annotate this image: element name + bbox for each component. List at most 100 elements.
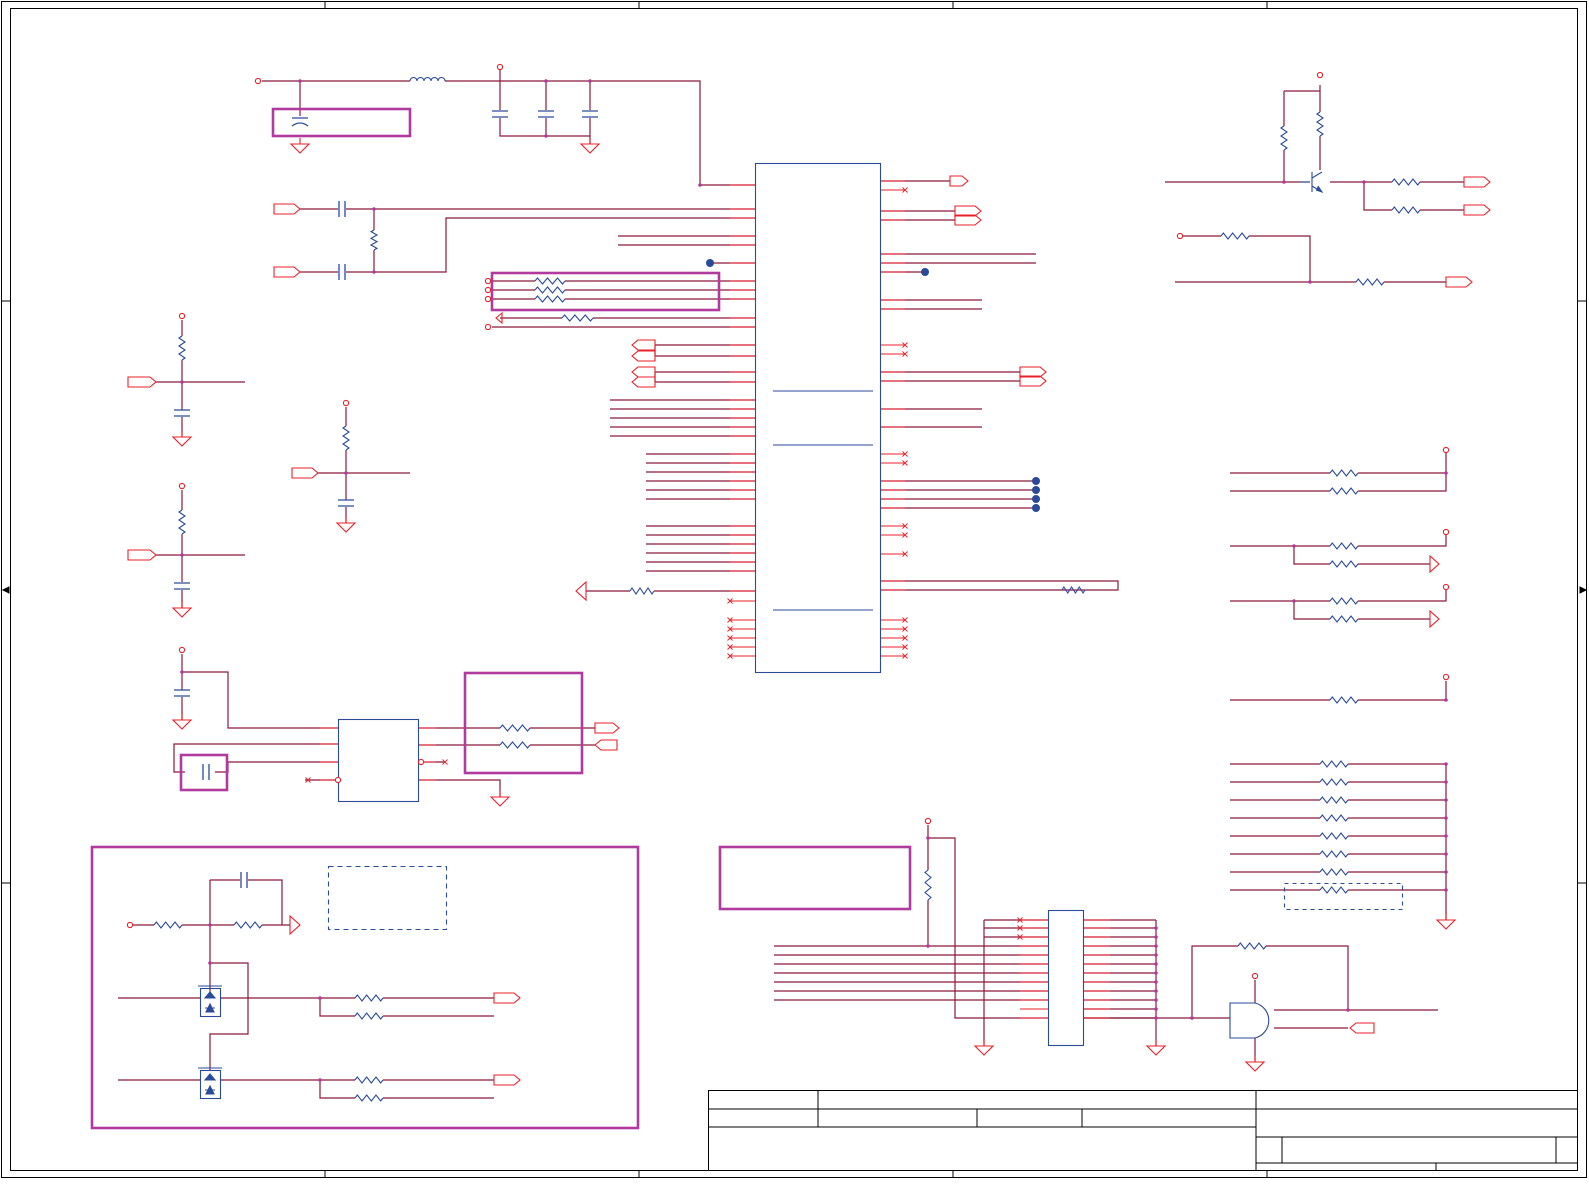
highlight-cap-box: [271, 107, 412, 138]
resistor-symbol: [1329, 696, 1359, 704]
pin-stubs: [320, 180, 1110, 1019]
ground-symbol: [171, 714, 193, 730]
power-pin: [178, 482, 186, 490]
wire-junction: [1154, 944, 1158, 948]
power-pin: [1442, 583, 1450, 591]
port-symbol: [127, 376, 157, 388]
resistor-symbol: [369, 229, 379, 251]
port-symbol: [949, 175, 969, 187]
resistor-symbol: [1237, 942, 1267, 950]
highlight-bottom-left: [90, 845, 640, 1130]
power-pin: [484, 323, 492, 331]
regulator-ic: [337, 718, 420, 803]
resistor-symbol: [534, 286, 566, 294]
resistor-symbol: [178, 509, 186, 535]
wire-junction: [1154, 980, 1158, 984]
power-pin: [1176, 232, 1184, 240]
ground-symbol: [171, 431, 193, 447]
resistor-symbols: [153, 111, 1421, 1102]
power-pin: [1442, 528, 1450, 536]
ground-symbol: [973, 1040, 995, 1056]
resistor-symbol: [924, 869, 932, 901]
resistor-symbol: [233, 921, 263, 929]
power-pin: [496, 63, 504, 71]
power-pin: [1316, 71, 1324, 79]
junction-dot: [1032, 495, 1040, 503]
schematic-sheet: [0, 0, 1589, 1180]
port-symbol: [127, 549, 157, 561]
power-pin: [126, 921, 134, 929]
junction-dot: [921, 268, 929, 276]
power-pin: [1442, 673, 1450, 681]
main-ic: [754, 162, 882, 674]
resistor-symbol: [354, 994, 384, 1002]
capacitor-symbols: [174, 110, 598, 888]
port-symbol: [1349, 1022, 1375, 1034]
inductor-symbol: [409, 76, 446, 82]
port-symbol: [493, 992, 521, 1004]
highlight-boxes: [90, 107, 912, 1130]
wire-junction: [1444, 852, 1448, 856]
port-symbol: [1463, 204, 1491, 216]
power-pin: [334, 776, 342, 784]
resistor-symbol: [1319, 814, 1349, 822]
capacitor-symbol: [291, 117, 309, 127]
capacitor-symbol: [338, 499, 354, 507]
junction-dot: [706, 259, 714, 267]
ground-symbol: [1435, 914, 1457, 930]
ground-symbol: [335, 517, 357, 533]
capacitor-symbol: [174, 582, 190, 590]
resistor-symbol: [534, 277, 566, 285]
wire-junction: [298, 79, 302, 83]
inductor-symbols: [409, 76, 446, 82]
port-symbol: [1445, 276, 1473, 288]
resistor-symbol: [1329, 542, 1359, 550]
resistor-symbol: [1329, 487, 1359, 495]
wire-junction: [1444, 888, 1448, 892]
wire-junction: [1292, 599, 1296, 603]
wire-junction: [180, 670, 184, 674]
resistor-symbol: [1319, 850, 1349, 858]
drawing-frame: [1, 1, 1588, 1178]
resistor-symbol: [1061, 585, 1086, 595]
power-pin: [1251, 972, 1259, 980]
ground-symbol: [289, 914, 301, 936]
resistor-symbol: [178, 335, 186, 361]
junction-dots: [706, 259, 1040, 512]
ground-symbol: [289, 138, 311, 154]
wire-junction: [318, 996, 322, 1000]
resistor-symbol: [499, 741, 531, 749]
resistor-symbol: [1329, 560, 1359, 568]
wire-junction: [1444, 834, 1448, 838]
highlight-note-box: [718, 845, 912, 911]
wire-junction: [1190, 1016, 1194, 1020]
wire-junction: [208, 961, 212, 965]
wire-junction: [1444, 471, 1448, 475]
capacitor-symbol: [338, 201, 346, 217]
resistor-symbol: [1319, 778, 1349, 786]
resistor-symbol: [342, 425, 350, 451]
wire-junction: [1444, 780, 1448, 784]
dashed-resistor-box: [1283, 882, 1404, 911]
port-symbol: [631, 376, 656, 388]
highlight-output-box: [463, 671, 584, 775]
power-pin: [484, 295, 492, 303]
wire-junction: [1444, 798, 1448, 802]
ground-symbols: [171, 138, 1457, 1072]
wire-junction: [1308, 280, 1312, 284]
wire-junction: [698, 183, 702, 187]
capacitor-symbol: [202, 764, 210, 780]
wire-junction: [926, 836, 930, 840]
junction-dot: [1032, 504, 1040, 512]
wire-junction: [544, 79, 548, 83]
resistor-symbol: [561, 314, 594, 322]
resistor-symbol: [1391, 206, 1421, 214]
wire-junction: [1292, 544, 1296, 548]
capacitor-symbol: [174, 409, 190, 417]
wire-junction: [372, 270, 376, 274]
ground-symbol: [575, 580, 587, 602]
title-block: [708, 1090, 1578, 1171]
port-symbol: [493, 1074, 521, 1086]
wire-junction: [372, 207, 376, 211]
wire-junction: [180, 553, 184, 557]
